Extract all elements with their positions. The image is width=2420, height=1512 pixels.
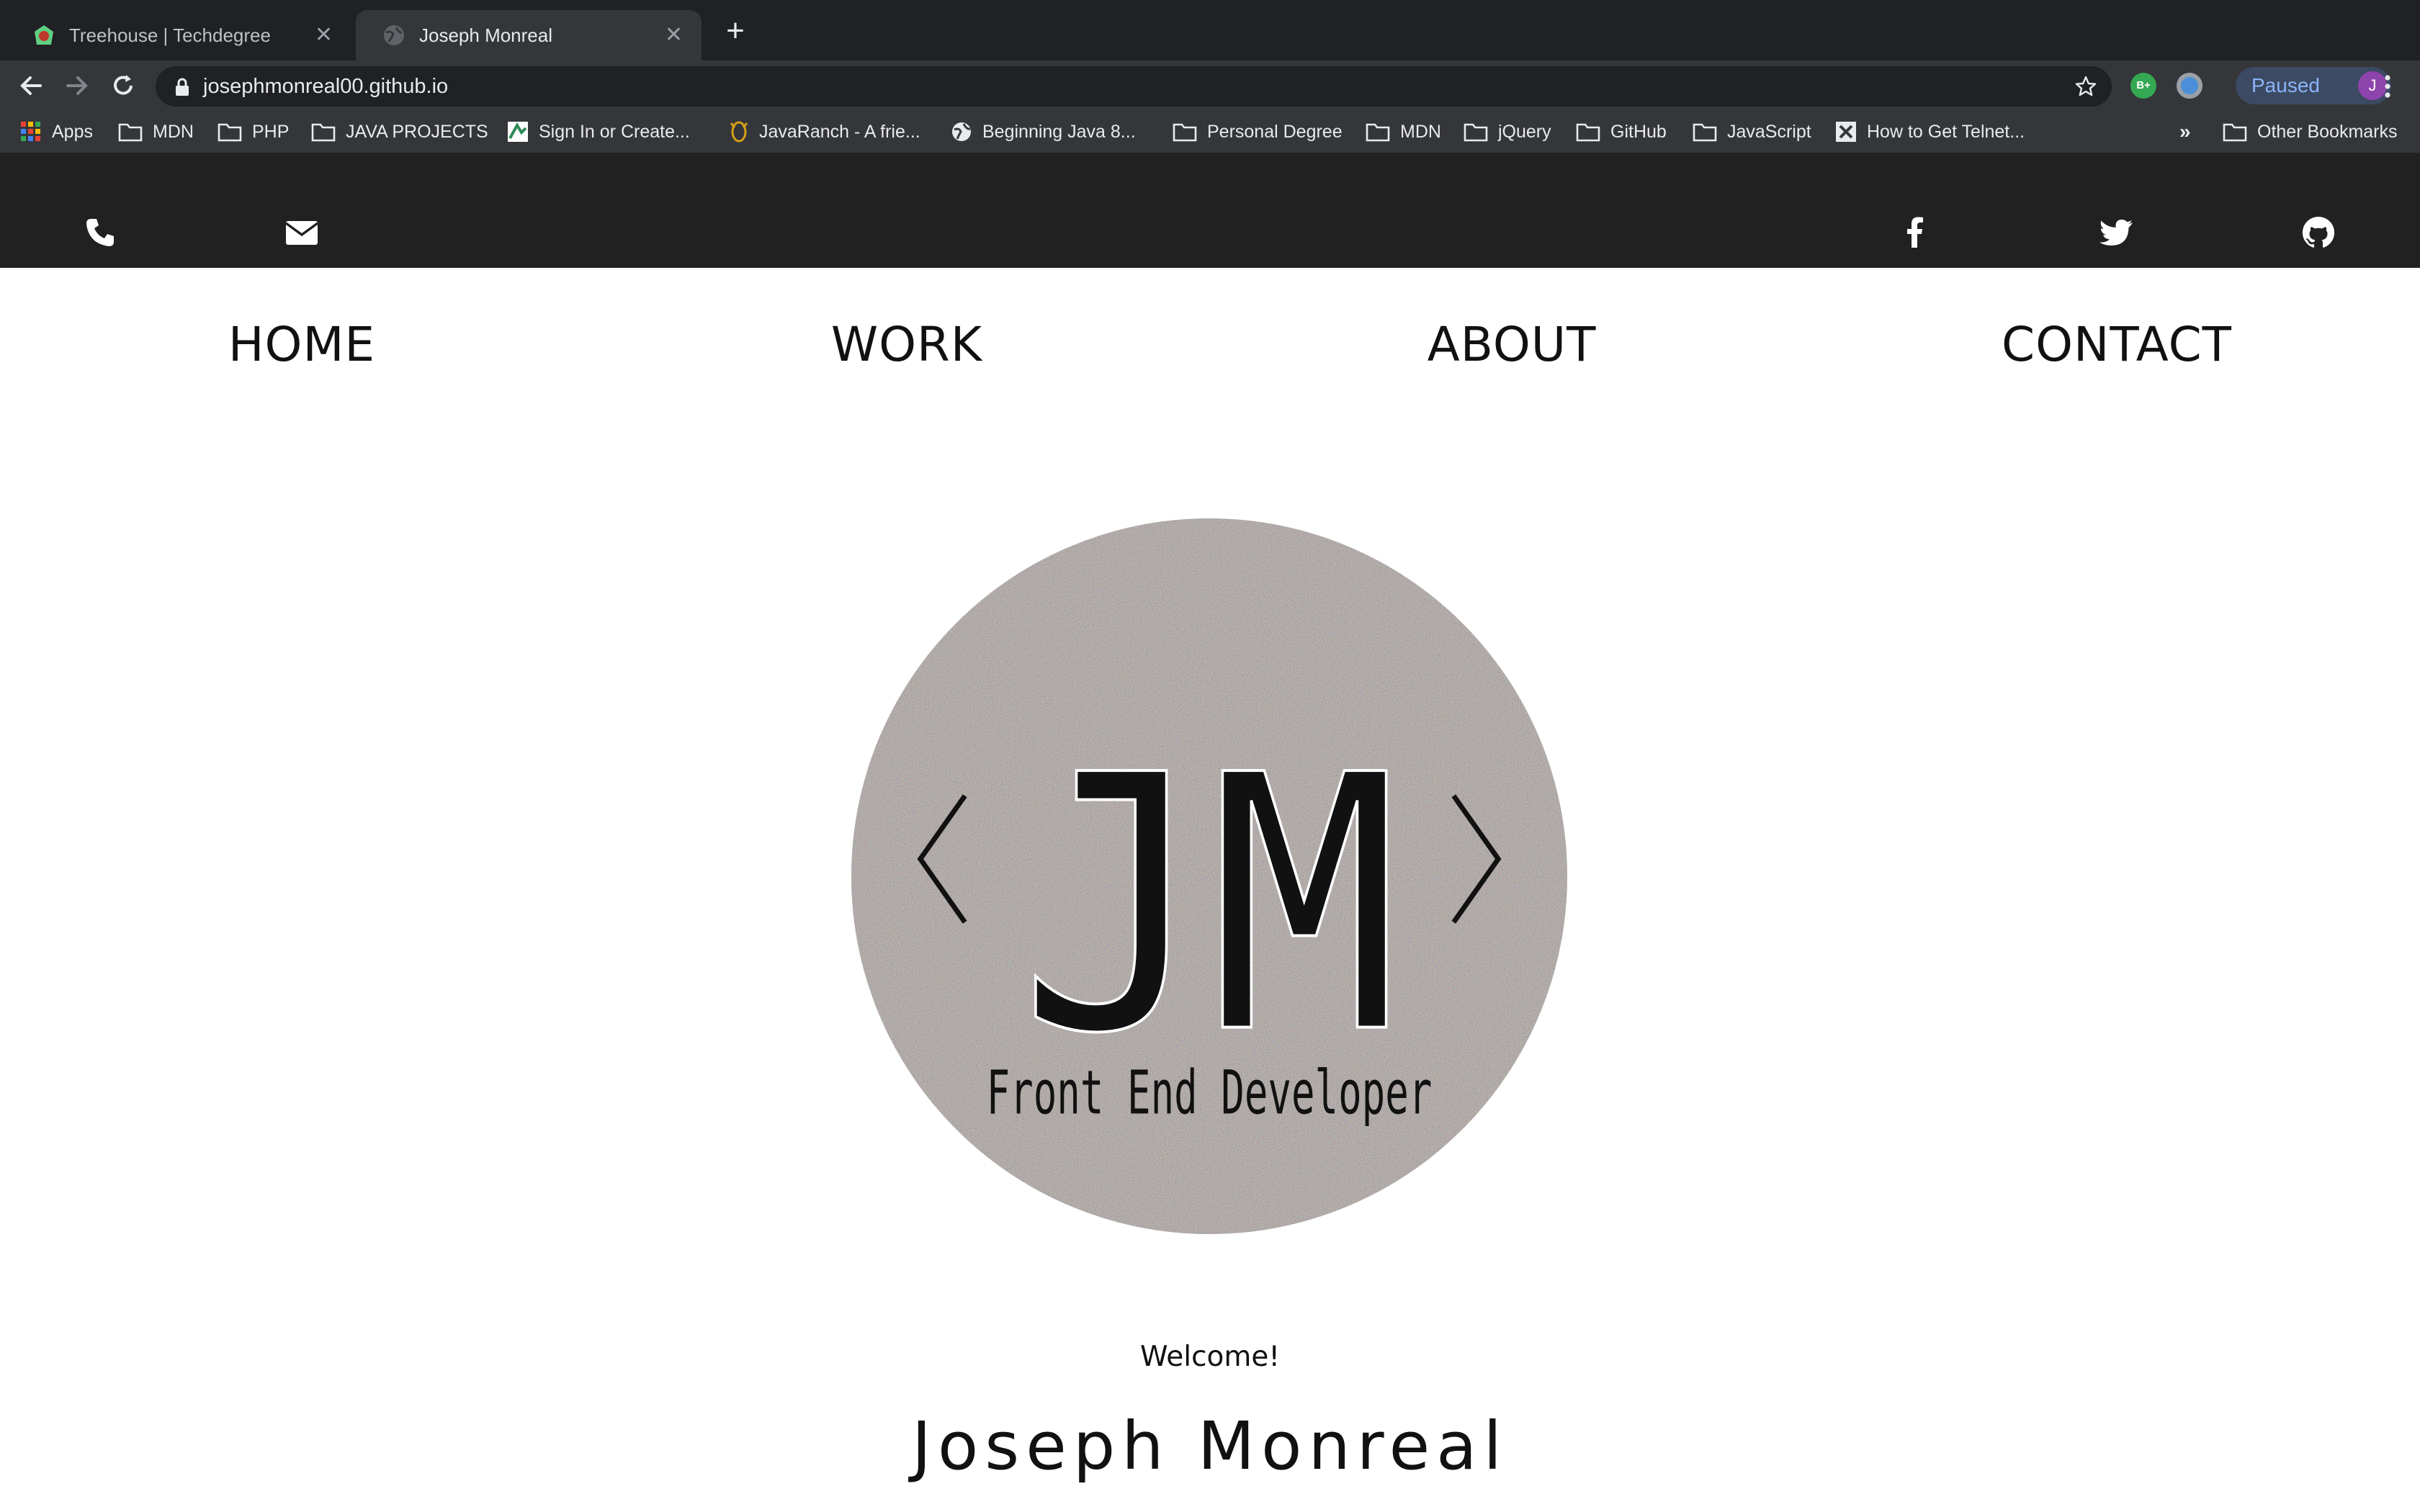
bookmark-label: jQuery (1498, 121, 1551, 142)
phone-icon[interactable] (82, 215, 118, 251)
bookmark-sign-in[interactable]: Sign In or Create... (507, 111, 690, 153)
globe-favicon (384, 25, 404, 45)
tab-joseph-monreal[interactable]: Joseph Monreal ✕ (356, 10, 702, 60)
folder-icon (311, 123, 336, 142)
bookmark-label: JavaRanch - A frie... (759, 121, 920, 142)
logo-monogram: JM (1019, 701, 1400, 1111)
bookmark-folder-github[interactable]: GitHub (1576, 111, 1667, 153)
tab-title: Joseph Monreal (419, 24, 552, 46)
bookmarks-overflow-button[interactable]: » (2179, 111, 2191, 153)
bookmark-label: Other Bookmarks (2257, 121, 2398, 142)
bookmark-label: GitHub (1610, 121, 1667, 142)
tab-treehouse[interactable]: Treehouse | Techdegree ✕ (6, 10, 351, 60)
kebab-menu-icon[interactable] (2377, 73, 2398, 99)
tab-close-icon[interactable]: ✕ (315, 24, 333, 46)
facebook-icon[interactable] (1897, 215, 1933, 251)
reload-icon[interactable] (107, 69, 140, 102)
profile-status: Paused (2251, 74, 2320, 96)
bookmarks-bar: Apps MDN PHP JAVA PROJECTS Sign In or Cr… (0, 111, 2420, 154)
tab-close-icon[interactable]: ✕ (665, 24, 683, 46)
lock-icon[interactable] (174, 78, 190, 96)
profile-paused-button[interactable]: Paused J (2236, 67, 2391, 104)
bookmark-label: MDN (153, 121, 194, 142)
site-favicon (1836, 122, 1856, 142)
bookmark-folder-mdn[interactable]: MDN (118, 111, 194, 153)
folder-icon (218, 123, 242, 142)
browser-toolbar: josephmonreal00.github.io B+ Paused J (0, 60, 2420, 111)
bookmark-apps[interactable]: Apps (20, 111, 93, 153)
browser-tab-strip: Treehouse | Techdegree ✕ Joseph Monreal … (0, 0, 2420, 60)
new-tab-button[interactable]: + (717, 14, 753, 50)
extension-icon[interactable] (2177, 73, 2202, 99)
folder-icon (1464, 123, 1488, 142)
tab-title: Treehouse | Techdegree (69, 24, 271, 46)
nav-home[interactable]: HOME (228, 317, 375, 372)
welcome-text: Welcome! (1139, 1341, 1281, 1373)
page-title: Joseph Monreal (911, 1408, 1509, 1485)
bookmark-folder-javascript[interactable]: JavaScript (1693, 111, 1811, 153)
site-favicon (508, 122, 528, 142)
envelope-icon[interactable] (284, 215, 320, 251)
folder-icon (1576, 123, 1600, 142)
folder-icon (1173, 123, 1197, 142)
jm-logo-graphic: JM Front End Developer (851, 518, 1568, 1235)
bookmark-label: MDN (1400, 121, 1441, 142)
bookmark-label: Beginning Java 8... (982, 121, 1136, 142)
bookmark-label: Sign In or Create... (539, 121, 690, 142)
bookmark-label: How to Get Telnet... (1867, 121, 2025, 142)
back-arrow-icon[interactable] (14, 69, 48, 102)
folder-icon (1366, 123, 1390, 142)
forward-arrow-icon[interactable] (60, 69, 94, 102)
bookmark-folder-java-projects[interactable]: JAVA PROJECTS (311, 111, 488, 153)
grammar-extension-icon[interactable]: B+ (2130, 73, 2156, 99)
apps-grid-icon (21, 122, 40, 141)
bookmark-folder-personal-degree[interactable]: Personal Degree (1173, 111, 1343, 153)
site-contact-bar (0, 154, 2420, 268)
address-bar[interactable]: josephmonreal00.github.io (156, 66, 2112, 107)
url-text[interactable]: josephmonreal00.github.io (203, 66, 448, 107)
bookmark-label: PHP (252, 121, 290, 142)
nav-contact[interactable]: CONTACT (2002, 317, 2232, 372)
bookmark-star-icon[interactable] (2074, 75, 2097, 98)
bookmark-label: JavaScript (1727, 121, 1811, 142)
jm-logo: JM Front End Developer (850, 517, 1569, 1236)
folder-icon (118, 123, 143, 142)
bookmark-label: Personal Degree (1207, 121, 1343, 142)
other-bookmarks[interactable]: Other Bookmarks (2223, 111, 2398, 153)
bookmark-telnet[interactable]: How to Get Telnet... (1835, 111, 2025, 153)
twitter-icon[interactable] (2099, 215, 2135, 251)
bookmark-javaranch[interactable]: JavaRanch - A frie... (729, 111, 920, 153)
folder-icon (1693, 123, 1717, 142)
bookmark-folder-jquery[interactable]: jQuery (1464, 111, 1551, 153)
bookmark-label: Apps (52, 121, 93, 142)
globe-icon (952, 122, 971, 141)
nav-about[interactable]: ABOUT (1428, 317, 1597, 372)
bookmark-label: JAVA PROJECTS (346, 121, 488, 142)
github-icon[interactable] (2300, 215, 2336, 251)
logo-tagline: Front End Developer (987, 1057, 1433, 1128)
bookmark-folder-php[interactable]: PHP (218, 111, 289, 153)
folder-icon (2223, 123, 2247, 142)
treehouse-favicon (35, 25, 53, 45)
main-navigation: HOME WORK ABOUT CONTACT (0, 317, 2420, 396)
chevron-double-right-icon: » (2179, 120, 2191, 143)
bookmark-folder-mdn-2[interactable]: MDN (1366, 111, 1441, 153)
site-favicon (730, 121, 748, 143)
nav-work[interactable]: WORK (831, 317, 982, 372)
bookmark-beginning-java[interactable]: Beginning Java 8... (951, 111, 1136, 153)
